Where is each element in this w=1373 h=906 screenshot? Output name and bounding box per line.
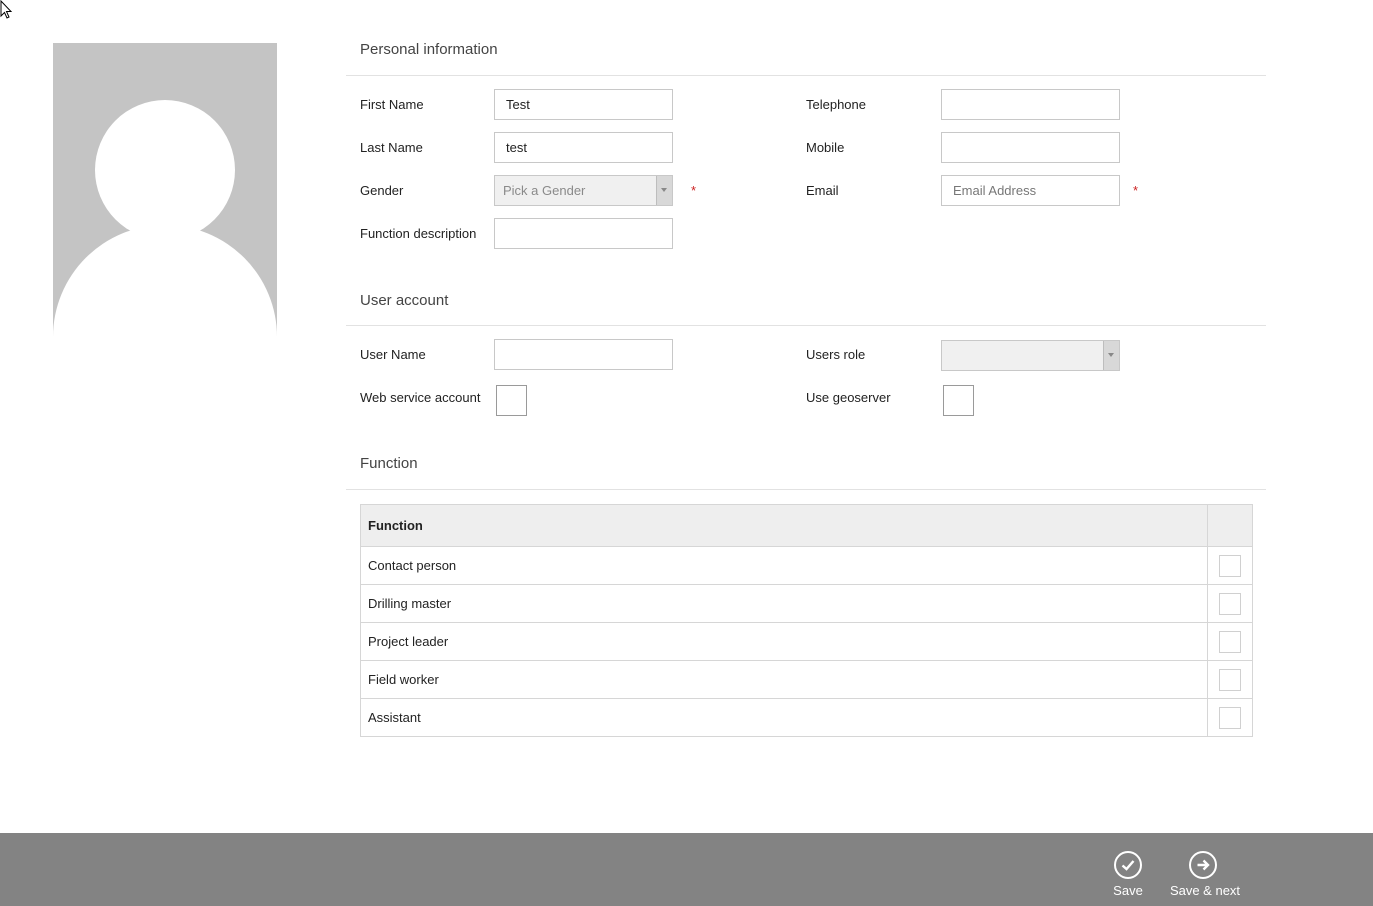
- users-role-dropdown-button[interactable]: [1103, 341, 1119, 370]
- function-description-label: Function description: [360, 226, 477, 241]
- footer-action-bar: Save Save & next: [0, 833, 1373, 906]
- web-service-account-label: Web service account: [360, 390, 481, 405]
- users-role-label: Users role: [806, 347, 866, 362]
- email-required-mark: *: [1133, 183, 1139, 198]
- last-name-input[interactable]: [494, 132, 673, 163]
- use-geoserver-checkbox[interactable]: [943, 385, 974, 416]
- mouse-pointer-icon: [0, 0, 13, 19]
- save-and-next-button[interactable]: Save & next: [1165, 833, 1245, 906]
- function-row-checkbox[interactable]: [1219, 630, 1241, 653]
- function-column-header: Function: [360, 504, 1208, 547]
- email-input[interactable]: [941, 175, 1120, 206]
- gender-select[interactable]: Pick a Gender: [494, 175, 673, 206]
- section-title-account: User account: [360, 292, 449, 309]
- first-name-label: First Name: [360, 97, 424, 112]
- telephone-input[interactable]: [941, 89, 1120, 120]
- web-service-account-checkbox[interactable]: [496, 385, 527, 416]
- gender-required-mark: *: [691, 183, 697, 198]
- chevron-down-icon: [661, 188, 667, 192]
- chevron-down-icon: [1108, 353, 1114, 357]
- function-name: Contact person: [360, 546, 1208, 585]
- user-name-input[interactable]: [494, 339, 673, 370]
- arrow-right-circle-icon: [1189, 851, 1217, 879]
- function-row-checkbox[interactable]: [1219, 592, 1241, 615]
- email-label: Email: [806, 183, 839, 198]
- avatar[interactable]: [53, 43, 277, 350]
- function-row-checkbox[interactable]: [1219, 706, 1241, 729]
- table-row[interactable]: Field worker: [360, 660, 1253, 699]
- section-divider: [346, 489, 1266, 490]
- avatar-body-silhouette: [53, 225, 277, 350]
- section-divider: [346, 325, 1266, 326]
- function-description-input[interactable]: [494, 218, 673, 249]
- section-divider: [346, 75, 1266, 76]
- checkmark-circle-icon: [1114, 851, 1142, 879]
- gender-label: Gender: [360, 183, 404, 198]
- table-row[interactable]: Contact person: [360, 546, 1253, 585]
- table-header-row: Function: [360, 504, 1253, 547]
- use-geoserver-label: Use geoserver: [806, 390, 891, 405]
- save-and-next-label: Save & next: [1169, 883, 1241, 898]
- function-name: Project leader: [360, 622, 1208, 661]
- users-role-select[interactable]: [941, 340, 1120, 371]
- gender-dropdown-button[interactable]: [656, 176, 672, 205]
- function-name: Field worker: [360, 660, 1208, 699]
- function-row-checkbox[interactable]: [1219, 554, 1241, 577]
- mobile-label: Mobile: [806, 140, 845, 155]
- section-title-personal: Personal information: [360, 41, 498, 58]
- last-name-label: Last Name: [360, 140, 423, 155]
- section-title-function: Function: [360, 455, 418, 472]
- first-name-input[interactable]: [494, 89, 673, 120]
- function-row-checkbox[interactable]: [1219, 668, 1241, 691]
- table-row[interactable]: Project leader: [360, 622, 1253, 661]
- function-name: Drilling master: [360, 584, 1208, 623]
- check-column-header: [1207, 504, 1253, 547]
- avatar-head-silhouette: [95, 100, 235, 240]
- mobile-input[interactable]: [941, 132, 1120, 163]
- save-button[interactable]: Save: [1100, 833, 1156, 906]
- gender-select-value: Pick a Gender: [503, 183, 586, 198]
- save-label: Save: [1113, 883, 1143, 898]
- telephone-label: Telephone: [806, 97, 866, 112]
- user-name-label: User Name: [360, 347, 426, 362]
- function-name: Assistant: [360, 698, 1208, 737]
- table-row[interactable]: Drilling master: [360, 584, 1253, 623]
- table-row[interactable]: Assistant: [360, 698, 1253, 737]
- function-table: Function Contact person Drilling master …: [360, 504, 1253, 737]
